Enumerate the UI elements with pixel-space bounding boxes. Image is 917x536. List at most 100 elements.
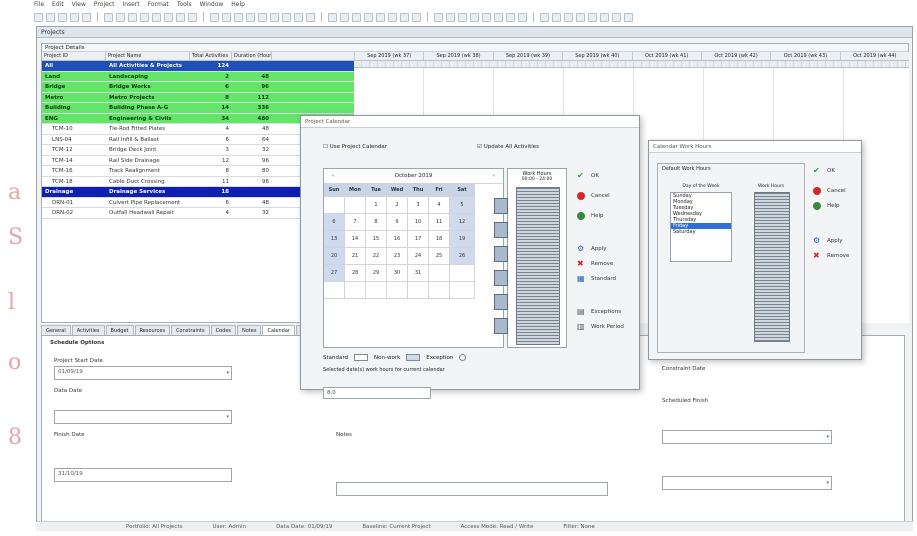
calendar-day[interactable]: 3 xyxy=(408,197,429,214)
toolbar-button-icon[interactable] xyxy=(152,12,161,22)
calendar-day[interactable] xyxy=(387,282,408,299)
hour-slot-grid[interactable] xyxy=(754,192,790,342)
toolbar-button-icon[interactable] xyxy=(188,12,197,22)
calendar-day[interactable]: 23 xyxy=(387,248,408,265)
toolbar-button-icon[interactable] xyxy=(104,12,113,22)
update-activities-option[interactable]: ☑ Update All Activities xyxy=(477,144,539,150)
toolbar-button-icon[interactable] xyxy=(328,12,337,22)
toolbar-button-icon[interactable] xyxy=(294,12,303,22)
calendar-day[interactable]: 12 xyxy=(450,214,475,231)
toolbar-button-icon[interactable] xyxy=(82,12,91,22)
toolbar-button-icon[interactable] xyxy=(46,12,55,22)
calendar-day[interactable] xyxy=(366,282,387,299)
toolbar-button-icon[interactable] xyxy=(540,12,549,22)
tab-codes[interactable]: Codes xyxy=(210,325,236,335)
calendar-day[interactable] xyxy=(345,197,366,214)
remove-button[interactable]: ✖ Remove xyxy=(809,248,861,263)
week-select-toggle[interactable] xyxy=(494,294,508,310)
toolbar-button-icon[interactable] xyxy=(176,12,185,22)
calendar-day[interactable]: 26 xyxy=(450,248,475,265)
notes-field[interactable] xyxy=(336,482,608,496)
prev-month-icon[interactable]: ‹ xyxy=(332,173,334,179)
tab-constraints[interactable]: Constraints xyxy=(171,325,210,335)
toolbar-button-icon[interactable] xyxy=(116,12,125,22)
menu-item-file[interactable]: File xyxy=(34,1,44,8)
column-header[interactable]: Project ID xyxy=(42,52,106,60)
tab-general[interactable]: General xyxy=(41,325,71,335)
remove-button[interactable]: ✖ Remove xyxy=(573,256,637,271)
calendar-day[interactable]: 8 xyxy=(366,214,387,231)
hour-slot-grid[interactable] xyxy=(516,187,560,345)
calendar-day[interactable]: 18 xyxy=(429,231,450,248)
calendar-day[interactable]: 14 xyxy=(345,231,366,248)
calendar-day[interactable] xyxy=(429,265,450,282)
toolbar-button-icon[interactable] xyxy=(128,12,137,22)
toolbar-button-icon[interactable] xyxy=(400,12,409,22)
calendar-day[interactable]: 19 xyxy=(450,231,475,248)
calendar-day[interactable]: 20 xyxy=(324,248,345,265)
toolbar-button-icon[interactable] xyxy=(458,12,467,22)
calendar-day[interactable]: 22 xyxy=(366,248,387,265)
toolbar-button-icon[interactable] xyxy=(234,12,243,22)
toolbar-button-icon[interactable] xyxy=(270,12,279,22)
exception-radio[interactable] xyxy=(459,354,467,361)
exceptions-button[interactable]: ▤ Exceptions xyxy=(573,304,637,319)
toolbar-button-icon[interactable] xyxy=(388,12,397,22)
menu-item-window[interactable]: Window xyxy=(200,1,224,8)
apply-button[interactable]: ⚙ Apply xyxy=(809,233,861,248)
toolbar-button-icon[interactable] xyxy=(352,12,361,22)
toolbar-button-icon[interactable] xyxy=(164,12,173,22)
checkbox-icon[interactable]: ☐ xyxy=(323,144,328,150)
tab-notes[interactable]: Notes xyxy=(237,325,262,335)
toolbar-button-icon[interactable] xyxy=(340,12,349,22)
cancel-button[interactable]: Cancel xyxy=(809,183,861,198)
table-row[interactable]: Land Landscaping 2 48 xyxy=(42,71,354,82)
tab-budget[interactable]: Budget xyxy=(105,325,134,335)
calendar-day[interactable]: 1 xyxy=(366,197,387,214)
table-row[interactable]: All All Activities & Projects 124 xyxy=(42,61,354,72)
week-select-toggle[interactable] xyxy=(494,318,508,334)
toolbar-button-icon[interactable] xyxy=(506,12,515,22)
chevron-down-icon[interactable]: ▾ xyxy=(226,370,229,376)
toolbar-button-icon[interactable] xyxy=(34,12,43,22)
day-list[interactable]: Sunday Monday Tuesday Wednesday Thursday Frid… xyxy=(670,192,732,262)
column-header[interactable]: Total Activities xyxy=(190,52,232,60)
constraint-date-field[interactable]: ▾ xyxy=(662,430,832,444)
table-row[interactable]: Bridge Bridge Works 6 96 xyxy=(42,82,354,93)
calendar-day[interactable]: 4 xyxy=(429,197,450,214)
calendar-day[interactable]: 11 xyxy=(429,214,450,231)
use-calendar-option[interactable]: ☐ Use Project Calendar xyxy=(323,144,387,150)
toolbar-button-icon[interactable] xyxy=(552,12,561,22)
toolbar-button-icon[interactable] xyxy=(222,12,231,22)
column-header[interactable]: Project Name xyxy=(106,52,190,60)
column-header[interactable]: Duration (Hours) xyxy=(232,52,272,60)
menu-item-tools[interactable]: Tools xyxy=(177,1,192,8)
table-row[interactable]: Metro Metro Projects 8 112 xyxy=(42,92,354,103)
selected-hours-input[interactable]: 8.0 xyxy=(323,387,431,399)
calendar-day[interactable]: 5 xyxy=(450,197,475,214)
help-button[interactable]: Help xyxy=(809,198,861,213)
toolbar-button-icon[interactable] xyxy=(70,12,79,22)
toolbar-button-icon[interactable] xyxy=(482,12,491,22)
toolbar-button-icon[interactable] xyxy=(364,12,373,22)
calendar-day[interactable]: 13 xyxy=(324,231,345,248)
calendar-day[interactable]: 31 xyxy=(408,265,429,282)
list-item[interactable]: Saturday xyxy=(671,229,731,235)
apply-button[interactable]: ⚙ Apply xyxy=(573,241,637,256)
week-select-toggle[interactable] xyxy=(494,246,508,262)
calendar-day[interactable] xyxy=(450,265,475,282)
week-select-toggle[interactable] xyxy=(494,198,508,214)
toolbar-button-icon[interactable] xyxy=(600,12,609,22)
chevron-down-icon[interactable]: ▾ xyxy=(226,414,229,420)
calendar-day[interactable]: 16 xyxy=(387,231,408,248)
toolbar-button-icon[interactable] xyxy=(210,12,219,22)
toolbar-button-icon[interactable] xyxy=(588,12,597,22)
calendar-day[interactable]: 15 xyxy=(366,231,387,248)
calendar-day[interactable] xyxy=(408,282,429,299)
toolbar-button-icon[interactable] xyxy=(470,12,479,22)
calendar-day[interactable]: 28 xyxy=(345,265,366,282)
standard-button[interactable]: ▦ Standard xyxy=(573,271,637,286)
calendar-day[interactable] xyxy=(450,282,475,299)
menu-item-edit[interactable]: Edit xyxy=(52,1,64,8)
menu-item-project[interactable]: Project xyxy=(94,1,115,8)
